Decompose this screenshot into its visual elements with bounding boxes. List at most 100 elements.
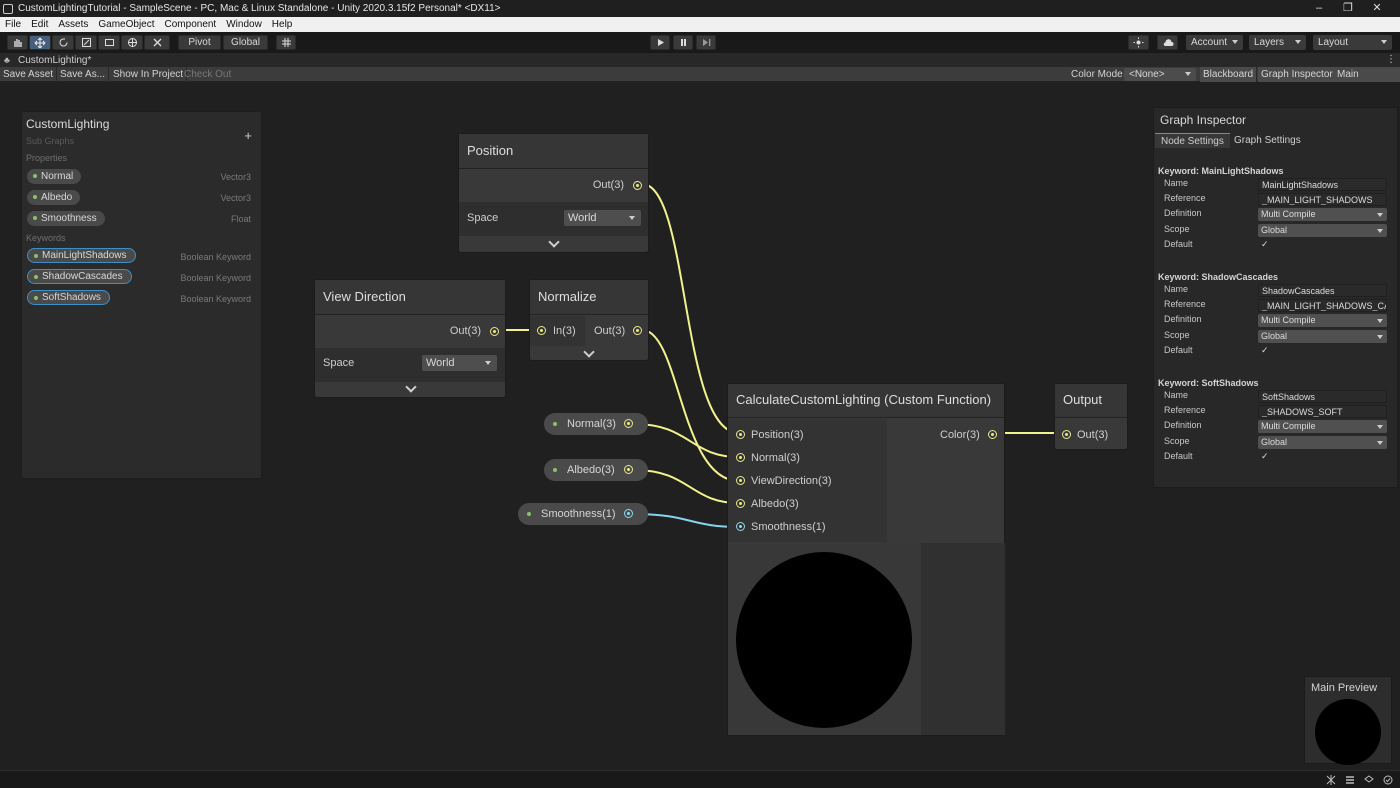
output-node[interactable]: Output Out(3) [1054, 383, 1128, 450]
position-out-port[interactable] [633, 181, 642, 190]
collapse-chevron-icon[interactable] [405, 381, 417, 393]
default-label: Default [1164, 451, 1193, 461]
reference-label: Reference [1164, 405, 1206, 415]
view-direction-out-port[interactable] [490, 327, 499, 336]
keyword-pill-main-light-shadows[interactable]: MainLightShadows [27, 248, 136, 263]
wire-normal[interactable] [633, 423, 740, 458]
color-out-port[interactable] [988, 430, 997, 439]
property-pill-albedo[interactable]: Albedo [27, 190, 81, 205]
normal-property-node[interactable]: Normal(3) [544, 413, 648, 435]
main-preview-title: Main Preview [1311, 682, 1378, 694]
scope-dropdown[interactable]: Global [1258, 436, 1387, 449]
reference-field[interactable]: _MAIN_LIGHT_SHADOWS_CA [1258, 299, 1387, 312]
blackboard-panel: CustomLighting Sub Graphs + Properties N… [21, 111, 262, 479]
scope-value: Global [1261, 437, 1288, 447]
property-dot-icon [553, 468, 557, 472]
normal-property-label: Normal(3) [567, 418, 616, 430]
custom-function-node[interactable]: CalculateCustomLighting (Custom Function… [727, 383, 1005, 736]
collapse-chevron-icon[interactable] [548, 236, 560, 248]
smoothness-property-node[interactable]: Smoothness(1) [518, 503, 648, 525]
tab-node-settings[interactable]: Node Settings [1155, 133, 1230, 148]
default-checkbox[interactable]: ✓ [1261, 345, 1269, 356]
normal-out-port[interactable] [624, 419, 633, 428]
space-value: World [568, 212, 597, 224]
collapse-chevron-icon[interactable] [583, 346, 595, 358]
wire-normalize[interactable] [641, 329, 740, 482]
definition-value: Multi Compile [1261, 209, 1316, 219]
keywords-section-label: Keywords [26, 233, 66, 243]
smoothness-in-port[interactable] [736, 522, 745, 531]
property-pill-smoothness[interactable]: Smoothness [27, 211, 105, 226]
name-field[interactable]: ShadowCascades [1258, 284, 1387, 297]
add-property-button[interactable]: + [244, 128, 252, 143]
graph-inspector-panel: Graph Inspector Node Settings Graph Sett… [1153, 107, 1398, 488]
name-field[interactable]: SoftShadows [1258, 390, 1387, 403]
scope-value: Global [1261, 331, 1288, 341]
property-type: Vector3 [220, 172, 251, 182]
definition-dropdown[interactable]: Multi Compile [1258, 420, 1387, 433]
layers-icon[interactable] [1364, 775, 1374, 785]
tab-graph-settings[interactable]: Graph Settings [1228, 133, 1307, 148]
name-label: Name [1164, 178, 1189, 188]
name-field[interactable]: MainLightShadows [1258, 178, 1387, 191]
scope-dropdown[interactable]: Global [1258, 330, 1387, 343]
space-dropdown[interactable]: World [564, 210, 641, 226]
node-title: Normalize [530, 280, 648, 315]
definition-value: Multi Compile [1261, 315, 1316, 325]
albedo-in-label: Albedo(3) [751, 498, 799, 510]
node-title: Output [1055, 384, 1127, 418]
main-preview-sphere [1315, 699, 1381, 765]
wire-position[interactable] [641, 183, 740, 434]
scope-dropdown[interactable]: Global [1258, 224, 1387, 237]
view-direction-out-label: Out(3) [449, 325, 481, 337]
keyword-pill-shadow-cascades[interactable]: ShadowCascades [27, 269, 132, 284]
albedo-out-port[interactable] [624, 465, 633, 474]
property-type: Vector3 [220, 193, 251, 203]
output-in-port[interactable] [1062, 430, 1071, 439]
view-direction-in-port[interactable] [736, 476, 745, 485]
inspector-title: Graph Inspector [1160, 113, 1247, 127]
keyword-pill-soft-shadows[interactable]: SoftShadows [27, 290, 110, 305]
scope-label: Scope [1164, 330, 1190, 340]
view-direction-node[interactable]: View Direction Out(3) Space World [314, 279, 506, 398]
normalize-in-port[interactable] [537, 326, 546, 335]
keyword-type: Boolean Keyword [180, 294, 251, 304]
wire-albedo[interactable] [633, 469, 740, 504]
position-in-port[interactable] [736, 430, 745, 439]
check-circle-icon[interactable] [1383, 775, 1393, 785]
definition-label: Definition [1164, 208, 1202, 218]
default-checkbox[interactable]: ✓ [1261, 239, 1269, 250]
blackboard-subtitle: Sub Graphs [26, 136, 75, 146]
albedo-property-node[interactable]: Albedo(3) [544, 459, 648, 481]
chevron-down-icon [1377, 425, 1383, 429]
main-preview-panel[interactable]: Main Preview [1304, 676, 1392, 765]
default-label: Default [1164, 345, 1193, 355]
name-label: Name [1164, 284, 1189, 294]
chevron-down-icon [1377, 229, 1383, 233]
definition-label: Definition [1164, 314, 1202, 324]
reference-field[interactable]: _MAIN_LIGHT_SHADOWS [1258, 193, 1387, 206]
normal-in-port[interactable] [736, 453, 745, 462]
bug-icon[interactable] [1326, 775, 1336, 785]
smoothness-out-port[interactable] [624, 509, 633, 518]
scope-value: Global [1261, 225, 1288, 235]
albedo-in-port[interactable] [736, 499, 745, 508]
space-dropdown[interactable]: World [422, 355, 497, 371]
default-label: Default [1164, 239, 1193, 249]
definition-dropdown[interactable]: Multi Compile [1258, 314, 1387, 327]
position-node[interactable]: Position Out(3) Space World [458, 133, 649, 253]
default-checkbox[interactable]: ✓ [1261, 451, 1269, 462]
stack-icon[interactable] [1345, 775, 1355, 785]
reference-label: Reference [1164, 193, 1206, 203]
normalize-node[interactable]: Normalize In(3) Out(3) [529, 279, 649, 361]
normalize-out-port[interactable] [633, 326, 642, 335]
chevron-down-icon [1377, 335, 1383, 339]
keyword-header: Keyword: ShadowCascades [1158, 272, 1279, 282]
space-label: Space [467, 212, 499, 224]
output-in-label: Out(3) [1077, 429, 1109, 441]
reference-field[interactable]: _SHADOWS_SOFT [1258, 405, 1387, 418]
property-pill-normal[interactable]: Normal [27, 169, 82, 184]
definition-dropdown[interactable]: Multi Compile [1258, 208, 1387, 221]
wire-smoothness[interactable] [632, 513, 740, 528]
property-type: Float [230, 214, 251, 224]
